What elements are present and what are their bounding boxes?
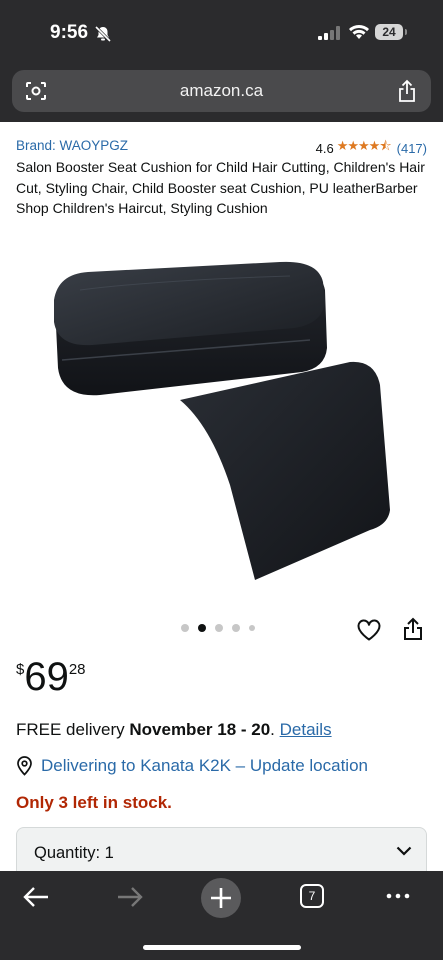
tab-switcher-button[interactable]: 7	[300, 884, 324, 908]
product-image[interactable]	[40, 250, 410, 590]
rating-value: 4.6	[315, 140, 334, 156]
battery-tip	[405, 29, 407, 35]
price-currency: $	[16, 661, 25, 678]
back-arrow-icon[interactable]	[22, 885, 50, 909]
carousel-dot[interactable]	[249, 625, 255, 631]
location-pin-icon	[17, 756, 32, 776]
wifi-icon	[349, 25, 369, 39]
carousel-dot[interactable]	[215, 624, 223, 632]
delivery-details-link[interactable]: Details	[280, 720, 332, 739]
share-icon[interactable]	[402, 616, 424, 642]
browser-top-bar: 9:56 24 amazon.ca	[0, 0, 443, 122]
share-icon[interactable]	[397, 79, 417, 103]
new-tab-button[interactable]	[201, 878, 241, 918]
cellular-signal-icon	[318, 26, 340, 40]
address-bar[interactable]: amazon.ca	[12, 70, 431, 112]
browser-bottom-bar: 7	[0, 871, 443, 960]
price-whole: 69	[24, 655, 69, 699]
carousel-dot-active[interactable]	[198, 624, 206, 632]
delivery-dates: November 18 - 20	[129, 720, 271, 739]
delivery-info: FREE delivery November 18 - 20. Details	[16, 720, 332, 740]
url-text[interactable]: amazon.ca	[12, 81, 431, 101]
bell-muted-icon	[94, 25, 112, 43]
image-carousel-dots[interactable]	[181, 624, 255, 632]
delivery-period: .	[270, 720, 280, 739]
more-options-icon[interactable]	[385, 886, 411, 906]
home-indicator[interactable]	[143, 945, 301, 950]
forward-arrow-icon[interactable]	[116, 885, 144, 909]
plus-icon	[211, 888, 231, 908]
carousel-dot[interactable]	[181, 624, 189, 632]
price: $6928	[16, 655, 86, 700]
carousel-dot[interactable]	[232, 624, 240, 632]
battery-indicator: 24	[375, 24, 403, 40]
location-text[interactable]: Delivering to Kanata K2K – Update locati…	[41, 756, 368, 776]
rating-summary[interactable]: 4.6 ★★★★⯪ (417)	[316, 137, 427, 159]
price-fraction: 28	[68, 661, 86, 678]
heart-icon[interactable]	[356, 618, 382, 642]
stock-status: Only 3 left in stock.	[16, 793, 172, 812]
brand-link[interactable]: Brand: WAOYPGZ	[16, 138, 128, 153]
chevron-down-icon	[396, 846, 412, 856]
star-rating-icon: ★★★★⯪	[336, 138, 392, 153]
status-time: 9:56	[50, 22, 89, 43]
delivery-prefix: FREE delivery	[16, 720, 130, 739]
product-title: Salon Booster Seat Cushion for Child Hai…	[16, 159, 425, 216]
review-count-link[interactable]: (417)	[397, 141, 427, 156]
delivery-location[interactable]: Delivering to Kanata K2K – Update locati…	[16, 756, 368, 776]
quantity-label: Quantity: 1	[34, 844, 114, 862]
